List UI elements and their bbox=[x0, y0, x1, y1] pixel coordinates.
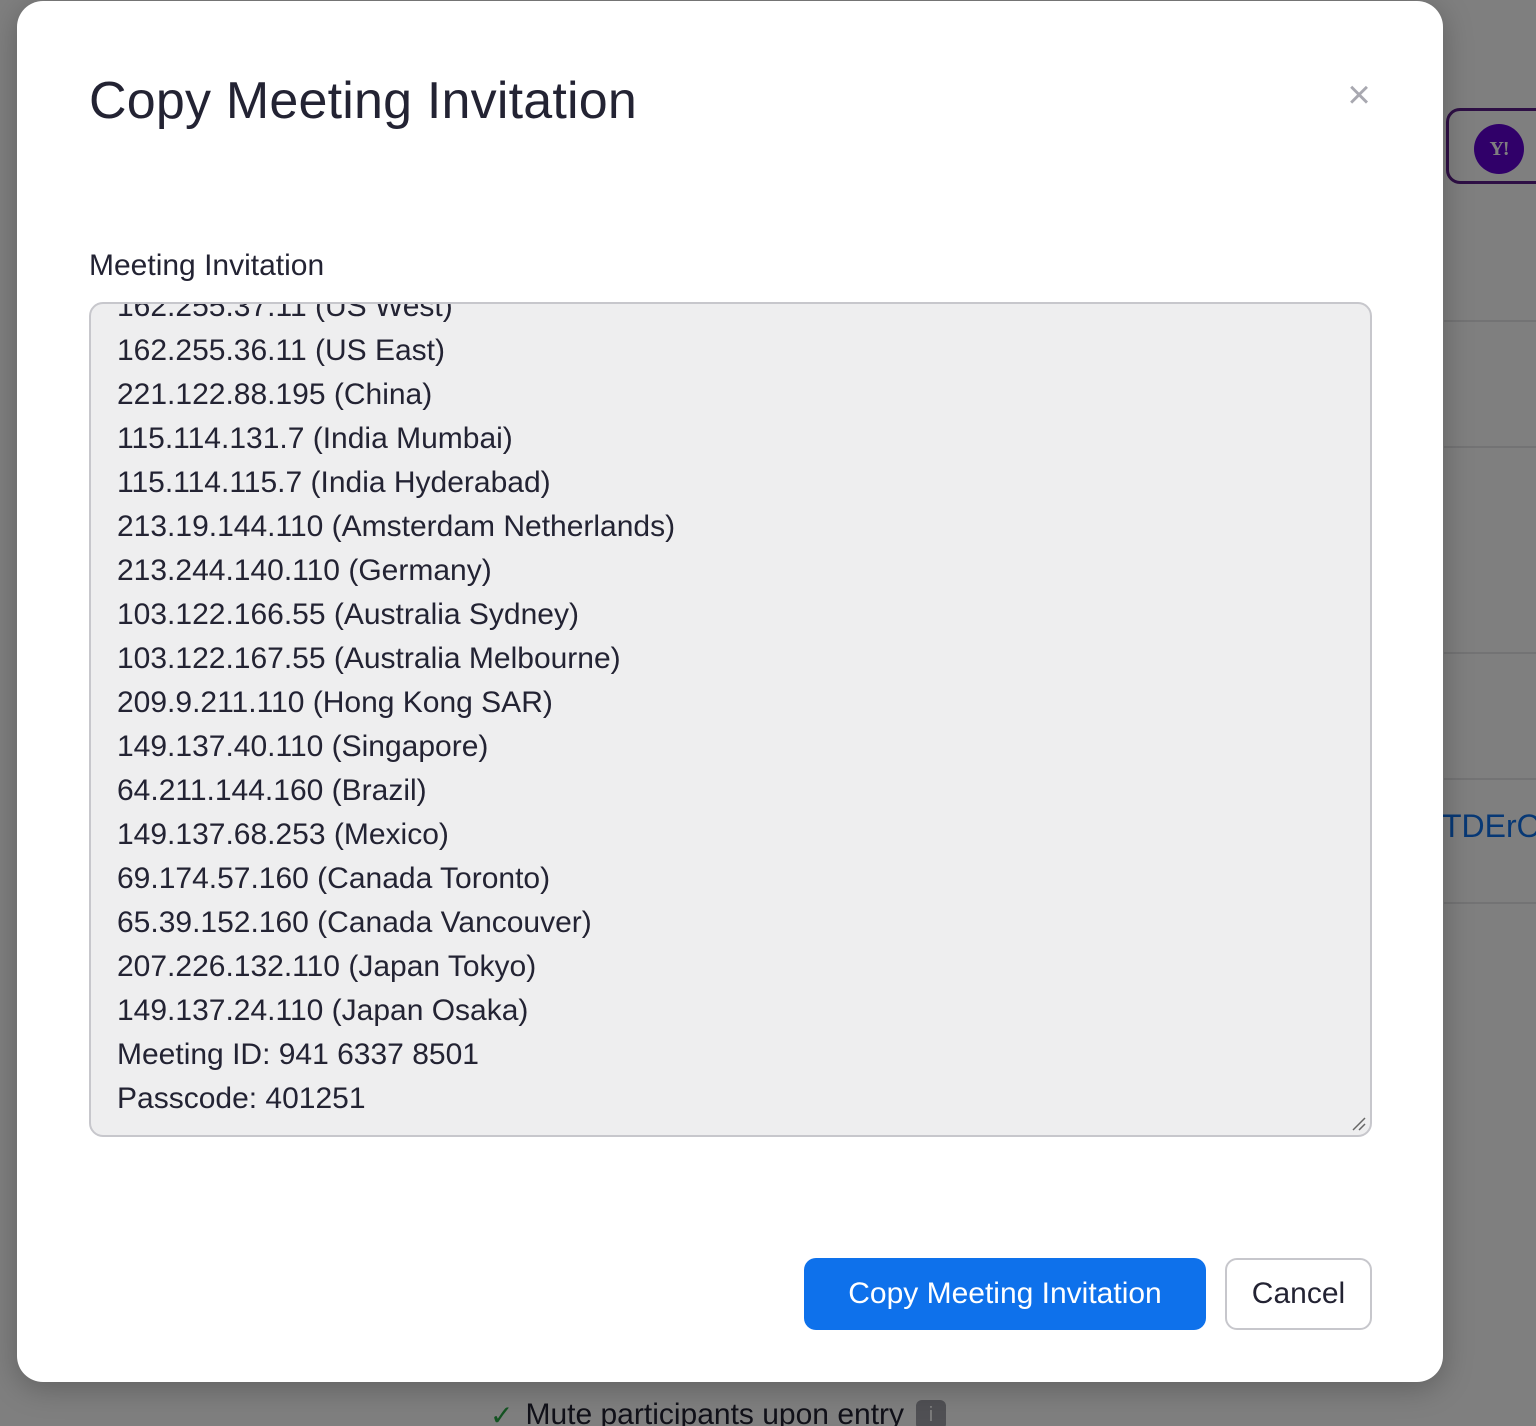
invitation-text: 162.255.37.11 (US West) 162.255.36.11 (US… bbox=[117, 302, 676, 1121]
invitation-line: 213.244.140.110 (Germany) bbox=[117, 554, 492, 587]
invitation-line: 149.137.40.110 (Singapore) bbox=[117, 730, 489, 763]
invitation-line: 149.137.68.253 (Mexico) bbox=[117, 818, 449, 851]
invitation-textarea[interactable]: 162.255.37.11 (US West) 162.255.36.11 (US… bbox=[89, 302, 1372, 1137]
invitation-field-label: Meeting Invitation bbox=[89, 249, 325, 282]
copy-invitation-button[interactable]: Copy Meeting Invitation bbox=[804, 1258, 1206, 1330]
invitation-line: Meeting ID: 941 6337 8501 bbox=[117, 1038, 479, 1071]
invitation-line: 149.137.24.110 (Japan Osaka) bbox=[117, 994, 529, 1027]
cancel-button[interactable]: Cancel bbox=[1225, 1258, 1372, 1330]
invitation-line: 221.122.88.195 (China) bbox=[117, 378, 433, 411]
invitation-line: 207.226.132.110 (Japan Tokyo) bbox=[117, 950, 537, 983]
invitation-line: 162.255.36.11 (US East) bbox=[117, 334, 445, 367]
resize-handle-icon[interactable] bbox=[1350, 1115, 1366, 1131]
invitation-line: 69.174.57.160 (Canada Toronto) bbox=[117, 862, 551, 895]
invitation-line: Passcode: 401251 bbox=[117, 1082, 366, 1115]
invitation-line: 115.114.131.7 (India Mumbai) bbox=[117, 422, 513, 455]
dialog-title: Copy Meeting Invitation bbox=[89, 72, 638, 130]
invitation-line: 103.122.167.55 (Australia Melbourne) bbox=[117, 642, 621, 675]
invitation-line: 162.255.37.11 (US West) bbox=[117, 302, 453, 323]
copy-invitation-dialog: Copy Meeting Invitation × Meeting Invita… bbox=[17, 1, 1443, 1382]
close-icon[interactable]: × bbox=[1335, 73, 1383, 117]
invitation-line: 209.9.211.110 (Hong Kong SAR) bbox=[117, 686, 553, 719]
invitation-line: 65.39.152.160 (Canada Vancouver) bbox=[117, 906, 592, 939]
invitation-line: 115.114.115.7 (India Hyderabad) bbox=[117, 466, 551, 499]
invitation-line: 103.122.166.55 (Australia Sydney) bbox=[117, 598, 579, 631]
invitation-line: 213.19.144.110 (Amsterdam Netherlands) bbox=[117, 510, 676, 543]
invitation-line: 64.211.144.160 (Brazil) bbox=[117, 774, 427, 807]
